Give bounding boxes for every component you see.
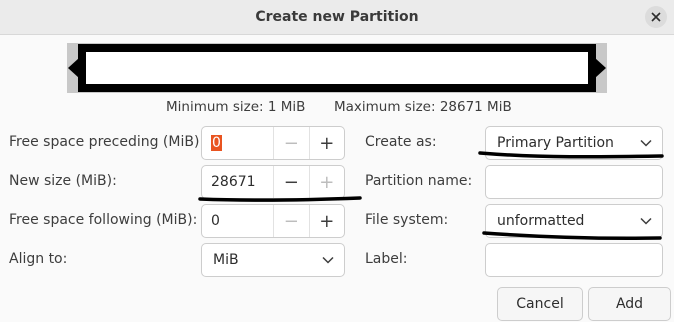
chevron-down-icon [640,139,652,147]
maximum-size-label: Maximum size: 28671 MiB [334,99,512,115]
free-space-preceding-decrement-button[interactable]: − [274,127,310,159]
minimum-size-label: Minimum size: 1 MiB [166,99,306,115]
file-system-value: unformatted [497,213,585,229]
align-to-value: MiB [213,252,239,268]
resize-left-handle-icon[interactable] [68,58,79,78]
chevron-down-icon [322,256,334,264]
partition-size-visualizer[interactable] [67,43,607,93]
partition-name-input[interactable] [485,165,663,199]
chevron-down-icon [640,217,652,225]
close-icon [651,12,661,22]
align-to-dropdown[interactable]: MiB [201,243,345,277]
free-space-following-label: Free space following (MiB): [9,212,198,228]
free-space-following-input[interactable]: 0 [202,205,274,237]
partition-frame[interactable] [78,44,596,92]
free-space-preceding-spinner[interactable]: 0 − + [201,126,345,160]
plus-icon: + [319,171,335,193]
align-to-label: Align to: [9,251,68,267]
free-space-following-spinner[interactable]: 0 − + [201,204,345,238]
create-as-value: Primary Partition [497,135,614,151]
plus-icon: + [319,210,335,232]
label-field-label: Label: [365,251,408,267]
new-size-label: New size (MiB): [9,173,117,189]
new-size-spinner[interactable]: 28671 − + [201,165,345,199]
create-as-label: Create as: [365,134,437,150]
file-system-label: File system: [365,212,449,228]
create-as-dropdown[interactable]: Primary Partition [485,126,663,160]
minus-icon: − [283,210,299,232]
new-size-decrement-button[interactable]: − [274,166,310,198]
add-button[interactable]: Add [588,287,671,321]
partition-area [86,52,588,84]
resize-right-handle-icon[interactable] [595,58,606,78]
close-button[interactable] [645,6,667,28]
minus-icon: − [283,132,299,154]
free-space-following-decrement-button[interactable]: − [274,205,310,237]
free-space-following-increment-button[interactable]: + [310,205,345,237]
free-space-preceding-label: Free space preceding (MiB): [9,134,205,150]
new-size-increment-button[interactable]: + [310,166,345,198]
partition-name-label: Partition name: [365,173,473,189]
title-bar: Create new Partition [0,0,674,35]
dialog-title: Create new Partition [255,9,419,25]
label-input[interactable] [485,243,663,277]
plus-icon: + [319,132,335,154]
free-space-preceding-increment-button[interactable]: + [310,127,345,159]
minus-icon: − [283,171,299,193]
free-space-preceding-input[interactable]: 0 [202,127,274,159]
cancel-button[interactable]: Cancel [497,287,583,321]
file-system-dropdown[interactable]: unformatted [485,204,663,238]
new-size-input[interactable]: 28671 [202,166,274,198]
